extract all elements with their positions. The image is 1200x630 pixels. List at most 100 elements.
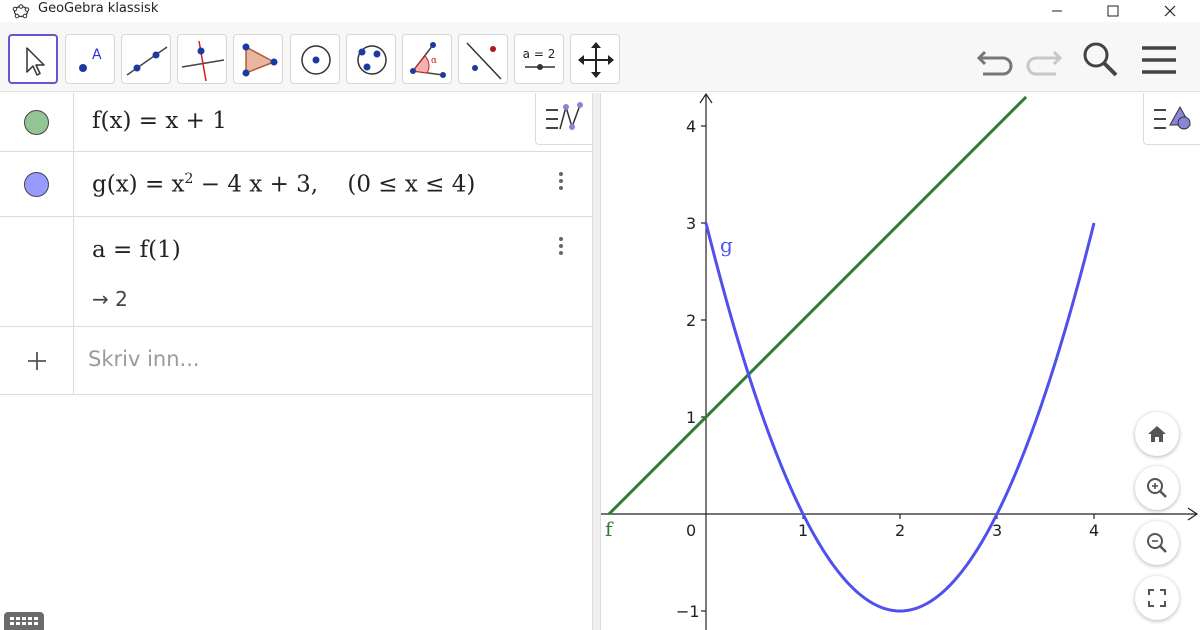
keyboard-icon <box>10 617 38 625</box>
virtual-keyboard-button[interactable] <box>4 612 44 630</box>
line-tool-button[interactable] <box>121 34 171 84</box>
visibility-toggle-f[interactable] <box>24 110 49 135</box>
algebra-expression-a[interactable]: a = f(1) <box>92 237 181 263</box>
expr-lhs: f(x) <box>92 108 132 134</box>
point-tool-button[interactable]: A <box>65 34 115 84</box>
algebra-row-f[interactable]: f(x) = x + 1 <box>0 93 592 152</box>
svg-text:A: A <box>92 47 102 63</box>
minimize-button[interactable] <box>1034 0 1080 22</box>
fullscreen-button[interactable] <box>1135 576 1179 620</box>
x-tick-label: 1 <box>798 521 808 540</box>
circle-center-tool-button[interactable] <box>290 34 340 84</box>
algebra-style-icon <box>546 102 583 130</box>
graphics-style-icon <box>1154 105 1191 130</box>
maximize-button[interactable] <box>1090 0 1136 22</box>
polygon-icon <box>242 43 278 77</box>
visibility-toggle-g[interactable] <box>24 172 49 197</box>
algebra-style-bar-button[interactable] <box>535 93 592 145</box>
zoom-in-icon <box>1147 478 1167 498</box>
view-divider[interactable] <box>592 93 601 630</box>
x-tick-label: 0 <box>686 521 696 540</box>
zoom-in-button[interactable] <box>1135 466 1179 510</box>
expr-rhs: x + 1 <box>165 108 227 134</box>
svg-text:α: α <box>431 56 437 66</box>
row-gutter <box>0 217 74 326</box>
line-icon <box>126 46 168 76</box>
geogebra-logo-icon <box>12 4 30 19</box>
expr-condition: (0 ≤ x ≤ 4) <box>347 171 476 198</box>
angle-icon: α <box>410 42 446 78</box>
x-tick-label: 4 <box>1089 521 1099 540</box>
fullscreen-icon <box>1148 589 1166 607</box>
graph-label-g: g <box>720 233 733 257</box>
perpendicular-line-icon <box>181 40 225 82</box>
zoom-out-button[interactable] <box>1135 521 1179 565</box>
x-tick-label: 2 <box>895 521 905 540</box>
expr-lhs: a <box>92 237 106 263</box>
home-icon <box>1148 426 1166 442</box>
toolbar: A α a = 2 <box>0 22 1200 92</box>
y-tick-label: 3 <box>686 214 696 233</box>
circle-three-points-icon <box>357 45 387 75</box>
undo-icon <box>976 50 1013 76</box>
graph-f[interactable] <box>607 95 1028 516</box>
expr-rhs: f(1) <box>139 237 181 263</box>
reflect-tool-button[interactable] <box>458 34 508 84</box>
expr-equals: = <box>105 237 140 263</box>
algebra-row-a[interactable]: a = f(1) → 2 <box>0 217 592 327</box>
slider-tool-button[interactable]: a = 2 <box>514 34 564 84</box>
polygon-tool-button[interactable] <box>233 34 283 84</box>
maximize-icon <box>1107 5 1119 17</box>
graphics-view[interactable]: 0 1 2 3 4 4 3 2 1 −1 f g <box>601 93 1200 630</box>
algebra-input-row[interactable]: Skriv inn... <box>0 327 592 395</box>
graphics-canvas[interactable]: 0 1 2 3 4 4 3 2 1 −1 f g <box>601 93 1200 630</box>
algebra-input-field[interactable]: Skriv inn... <box>88 347 200 371</box>
circle-three-points-tool-button[interactable] <box>346 34 396 84</box>
redo-button[interactable] <box>1020 36 1066 82</box>
redo-icon <box>1026 50 1063 76</box>
angle-tool-button[interactable]: α <box>402 34 452 84</box>
y-tick-label: 1 <box>686 408 696 427</box>
more-options-button[interactable] <box>548 234 574 264</box>
search-icon <box>1083 42 1118 77</box>
algebra-expression-f[interactable]: f(x) = x + 1 <box>92 108 227 134</box>
minimize-icon <box>1052 10 1062 12</box>
graphics-style-bar-button[interactable] <box>1143 93 1200 145</box>
algebra-expression-g[interactable]: g(x) = x2 − 4 x + 3, (0 ≤ x ≤ 4) <box>92 171 475 198</box>
expr-lhs: g(x) <box>92 171 138 198</box>
graph-label-f: f <box>605 517 614 541</box>
title-bar: GeoGebra klassisk <box>0 0 1200 22</box>
algebra-view: f(x) = x + 1 g(x) = x2 − 4 x + 3, (0 ≤ x… <box>0 93 592 630</box>
graph-g[interactable] <box>704 222 1096 613</box>
main-menu-button[interactable] <box>1136 36 1182 82</box>
move-arrows-icon <box>578 42 614 78</box>
window-title: GeoGebra klassisk <box>38 1 159 16</box>
algebra-result-a: → 2 <box>92 287 128 311</box>
expr-equals: = <box>137 171 172 198</box>
x-tick-label: 3 <box>992 521 1002 540</box>
zoom-out-icon <box>1147 533 1167 553</box>
close-button[interactable] <box>1147 0 1193 22</box>
undo-button[interactable] <box>973 36 1019 82</box>
hamburger-menu-icon <box>1142 46 1176 74</box>
more-options-button[interactable] <box>548 169 574 199</box>
move-tool-button[interactable] <box>8 34 58 84</box>
perpendicular-line-tool-button[interactable] <box>177 34 227 84</box>
point-icon: A <box>79 47 102 72</box>
expr-rhs-rest: − 4 x + 3, <box>193 171 319 198</box>
cursor-arrow-icon <box>26 47 45 76</box>
expr-equals: = <box>131 108 166 134</box>
plus-icon[interactable] <box>24 348 50 374</box>
y-tick-label: 2 <box>686 311 696 330</box>
y-tick-label: 4 <box>686 117 696 136</box>
reflect-icon <box>466 42 502 80</box>
search-button[interactable] <box>1077 36 1123 82</box>
y-tick-label: −1 <box>676 602 700 621</box>
expr-rhs-base: x <box>171 171 185 198</box>
algebra-row-g[interactable]: g(x) = x2 − 4 x + 3, (0 ≤ x ≤ 4) <box>0 152 592 217</box>
close-icon <box>1164 5 1176 17</box>
standard-view-button[interactable] <box>1135 412 1179 456</box>
circle-center-icon <box>301 45 331 75</box>
slider-icon <box>525 64 555 70</box>
move-graphics-tool-button[interactable] <box>570 34 620 84</box>
